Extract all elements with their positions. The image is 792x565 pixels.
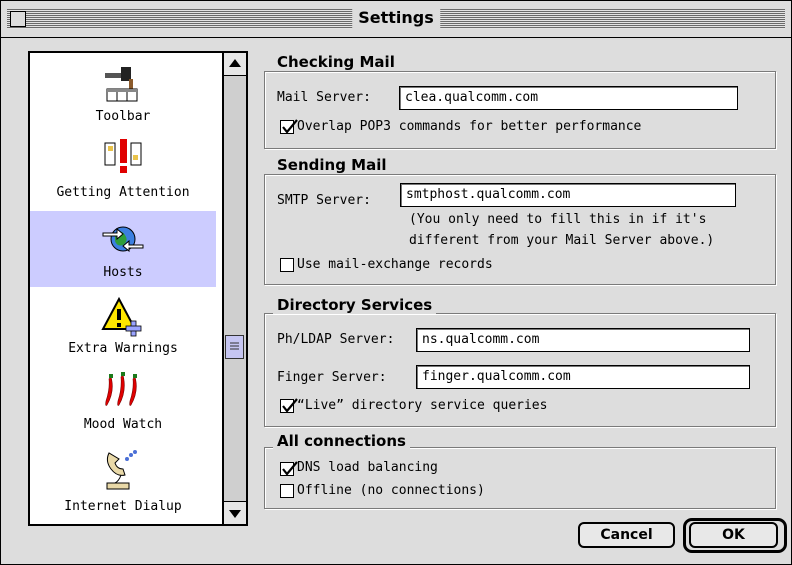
phone-dialup-icon [106,450,137,490]
offline-label: Offline (no connections) [297,483,485,498]
window-title: Settings [352,5,440,31]
cancel-button[interactable]: Cancel [578,522,675,548]
warning-triangle-icon [101,297,142,337]
sidebar-item-getting-attention[interactable]: Getting Attention [30,135,216,209]
ok-button[interactable]: OK [689,522,778,548]
globe-arrows-icon [102,226,144,253]
sending-mail-title: Sending Mail [273,156,391,174]
mail-server-input[interactable]: clea.qualcomm.com [399,86,738,110]
checking-mail-group [264,71,776,149]
sidebar-item-toolbar[interactable]: Toolbar [30,61,216,131]
sidebar-item-mood-watch[interactable]: Mood Watch [30,365,216,439]
exclamation-attention-icon [104,139,142,173]
sidebar-item-label: Getting Attention [56,185,190,200]
overlap-pop3-label: Overlap POP3 commands for better perform… [297,119,642,134]
ph-ldap-server-label: Ph/LDAP Server: [277,332,395,347]
ph-ldap-server-input[interactable]: ns.qualcomm.com [416,328,750,352]
scroll-thumb[interactable] [225,335,244,359]
sidebar-item-internet-dialup[interactable]: Internet Dialup [30,443,216,521]
sidebar-item-label: Extra Warnings [68,341,178,356]
mail-exchange-label: Use mail-exchange records [297,257,493,272]
finger-server-label: Finger Server: [277,370,387,385]
settings-category-list[interactable]: Toolbar Getting Attention Hosts Extra Wa… [28,51,248,526]
smtp-note-line2: different from your Mail Server above.) [409,233,715,248]
sidebar-item-label: Toolbar [95,109,151,124]
sidebar-item-label: Internet Dialup [64,499,182,514]
sidebar-item-label: Hosts [103,265,143,280]
mail-exchange-checkbox[interactable] [280,258,294,272]
scroll-down-arrow-icon[interactable] [224,501,246,524]
all-connections-title: All connections [273,432,410,450]
directory-services-title: Directory Services [273,296,437,314]
sidebar-item-hosts[interactable]: Hosts [30,211,216,287]
sidebar-item-label: Mood Watch [83,417,163,432]
live-directory-checkbox[interactable] [280,398,298,413]
smtp-server-input[interactable]: smtphost.qualcomm.com [400,183,736,207]
overlap-pop3-checkbox[interactable] [280,119,298,134]
chili-peppers-icon [105,372,137,406]
title-bar[interactable]: Settings [1,1,791,38]
sidebar-scrollbar[interactable] [222,53,246,524]
dns-load-balancing-label: DNS load balancing [297,460,438,475]
mail-server-label: Mail Server: [277,90,371,105]
settings-window: Settings Toolbar Getting Attention Hosts… [0,0,792,565]
checking-mail-title: Checking Mail [273,53,399,71]
sidebar-item-extra-warnings[interactable]: Extra Warnings [30,291,216,363]
close-box-icon[interactable] [10,11,26,27]
dns-load-balancing-checkbox[interactable] [280,461,298,476]
live-directory-label: “Live” directory service queries [297,398,548,413]
scroll-up-arrow-icon[interactable] [224,53,246,76]
all-connections-group [264,447,776,509]
offline-checkbox[interactable] [280,484,294,498]
finger-server-input[interactable]: finger.qualcomm.com [416,365,750,389]
smtp-server-label: SMTP Server: [277,193,371,208]
hammer-toolbar-icon [105,67,138,102]
smtp-note-line1: (You only need to fill this in if it's [409,212,707,227]
